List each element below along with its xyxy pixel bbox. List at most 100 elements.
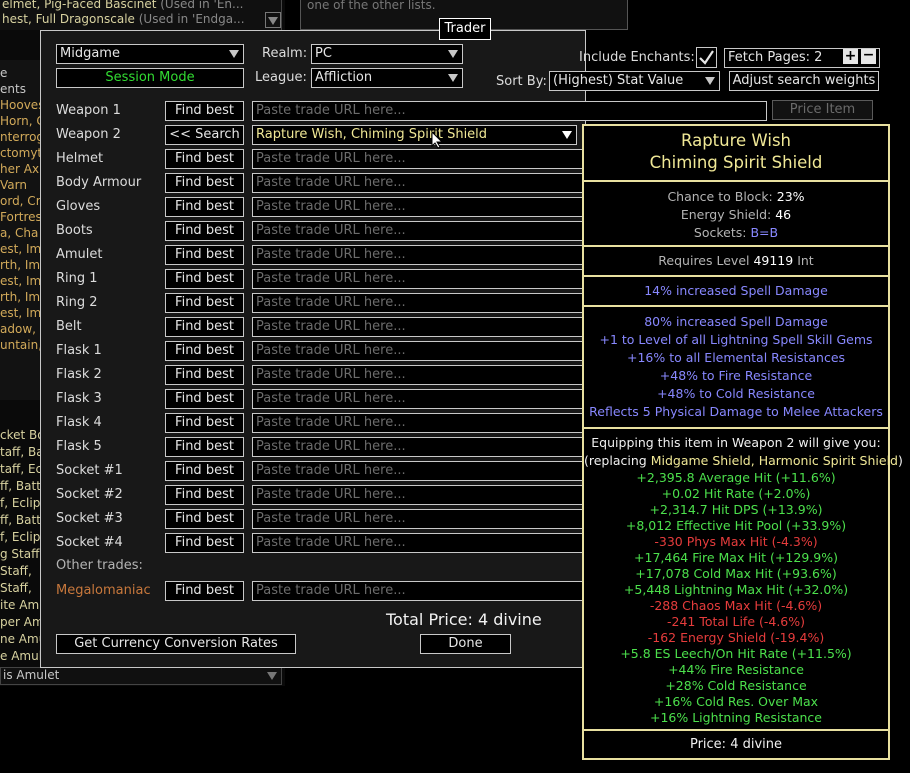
bg-list-item[interactable]: hest, Full Dragonscale (Used in 'Endga..…: [2, 12, 264, 26]
total-price: Total Price: 4 divine: [386, 610, 542, 629]
find-best-button[interactable]: Find best: [165, 197, 244, 217]
mouse-cursor-icon: [431, 131, 443, 149]
bg-fragment: adow, F: [0, 322, 40, 336]
req-int: 119: [769, 253, 794, 268]
checkmark-icon: [699, 50, 714, 65]
find-best-button[interactable]: Find best: [165, 149, 244, 169]
chevron-down-icon: [448, 50, 458, 58]
slot-label: Ring 1: [56, 271, 98, 286]
find-best-button[interactable]: Find best: [165, 581, 244, 601]
slot-label: Body Armour: [56, 175, 142, 190]
chevron-down-icon: [268, 17, 278, 25]
find-best-button[interactable]: Find best: [165, 173, 244, 193]
find-best-button[interactable]: Find best: [165, 533, 244, 553]
trade-url-input[interactable]: Paste trade URL here...: [252, 341, 588, 361]
trade-url-input[interactable]: Paste trade URL here...: [252, 197, 588, 217]
bg-fragment: ff, Batte: [0, 513, 40, 527]
es-label: Energy Shield:: [680, 207, 772, 222]
block-value: 23%: [776, 189, 805, 204]
find-best-button[interactable]: Find best: [165, 389, 244, 409]
sort-by-value: (Highest) Stat Value: [553, 73, 684, 88]
chevron-down-icon: [267, 672, 277, 680]
done-button[interactable]: Done: [420, 634, 511, 654]
tooltip-header: Rapture Wish Chiming Spirit Shield: [584, 126, 888, 182]
find-best-button[interactable]: Find best: [165, 341, 244, 361]
trade-url-input[interactable]: Paste trade URL here...: [252, 461, 588, 481]
stat-change: -162 Energy Shield (-19.4%): [647, 630, 825, 645]
bg-list-item[interactable]: elmet, Pig-Faced Bascinet (Used in 'En..…: [2, 0, 264, 11]
stat-change: +0.02 Hit Rate (+2.0%): [661, 486, 811, 501]
trade-url-input[interactable]: Paste trade URL here...: [252, 509, 588, 529]
weapon2-result-select[interactable]: Rapture Wish, Chiming Spirit Shield: [252, 125, 577, 145]
build-select[interactable]: Midgame: [56, 44, 244, 64]
bg-fragment: Staff,: [0, 581, 32, 595]
trade-url-input[interactable]: Paste trade URL here...: [252, 317, 588, 337]
stat-change: +2,314.7 Hit DPS (+13.9%): [649, 502, 823, 517]
league-value: Affliction: [315, 70, 373, 85]
find-best-button[interactable]: Find best: [165, 269, 244, 289]
trade-url-input[interactable]: Paste trade URL here...: [252, 245, 588, 265]
es-value: 46: [775, 207, 792, 222]
include-enchants-label: Include Enchants:: [579, 50, 695, 65]
sort-by-select[interactable]: (Highest) Stat Value: [549, 71, 720, 91]
trade-url-input[interactable]: Paste trade URL here...: [252, 533, 588, 553]
sockets: Sockets: B=B: [584, 224, 888, 242]
bg-fragment: f, Eclip: [0, 530, 40, 544]
explicit-mod: +48% to Fire Resistance: [659, 368, 813, 383]
trade-url-input[interactable]: Paste trade URL here...: [252, 293, 588, 313]
tooltip-implicit: 14% increased Spell Damage: [584, 277, 888, 307]
trade-url-input[interactable]: Paste trade URL here...: [252, 101, 767, 121]
find-best-button[interactable]: Find best: [165, 245, 244, 265]
bg-fragment: ff, Batt: [0, 479, 40, 493]
slot-label: Flask 1: [56, 343, 102, 358]
slot-label: Gloves: [56, 199, 101, 214]
bg-fragment: nterrog: [0, 130, 40, 144]
trade-url-input[interactable]: Paste trade URL here...: [252, 365, 588, 385]
trade-url-input[interactable]: Paste trade URL here...: [252, 173, 588, 193]
bg-fragment: e Amul: [0, 649, 40, 663]
find-best-button[interactable]: Find best: [165, 461, 244, 481]
stat-change: +16% Lightning Resistance: [649, 710, 822, 725]
background-list-left: elmet, Pig-Faced Bascinet (Used in 'En..…: [0, 0, 282, 30]
bg-fragment: cket Bo: [0, 428, 40, 442]
bg-item-text: hest, Full Dragonscale: [2, 12, 135, 26]
bg-bottom-row[interactable]: is Amulet: [0, 667, 282, 685]
realm-select[interactable]: PC: [311, 44, 463, 64]
session-mode-button[interactable]: Session Mode: [56, 68, 244, 88]
currency-rates-button[interactable]: Get Currency Conversion Rates: [56, 634, 296, 654]
find-best-button[interactable]: Find best: [165, 413, 244, 433]
other-trades-label: Other trades:: [56, 558, 143, 573]
decrement-button[interactable]: −: [861, 48, 876, 64]
find-best-button[interactable]: Find best: [165, 485, 244, 505]
back-to-search-button[interactable]: << Search: [165, 125, 244, 145]
find-best-button[interactable]: Find best: [165, 317, 244, 337]
find-best-button[interactable]: Find best: [165, 509, 244, 529]
include-enchants-checkbox[interactable]: [696, 47, 717, 68]
tooltip-explicit-mods: 80% increased Spell Damage +1 to Level of…: [584, 307, 888, 429]
slot-label: Socket #3: [56, 511, 123, 526]
tooltip-comparison: Equipping this item in Weapon 2 will giv…: [584, 429, 903, 731]
trade-url-input[interactable]: Paste trade URL here...: [252, 389, 588, 409]
trade-url-input[interactable]: Paste trade URL here...: [252, 413, 588, 433]
league-select[interactable]: Affliction: [311, 68, 463, 88]
trade-url-input[interactable]: Paste trade URL here...: [252, 221, 588, 241]
trade-url-input[interactable]: Paste trade URL here...: [252, 269, 588, 289]
bg-fragment: ord, Crin: [0, 194, 40, 208]
increment-button[interactable]: +: [843, 49, 858, 64]
bg-dropdown[interactable]: [265, 12, 281, 28]
find-best-button[interactable]: Find best: [165, 437, 244, 457]
find-best-button[interactable]: Find best: [165, 365, 244, 385]
find-best-button[interactable]: Find best: [165, 221, 244, 241]
bg-fragment: untain,: [0, 338, 40, 352]
find-best-button[interactable]: Find best: [165, 101, 244, 121]
trade-url-input[interactable]: Paste trade URL here...: [252, 149, 588, 169]
tooltip-requirements: Requires Level 49119 Int: [584, 247, 888, 277]
find-best-button[interactable]: Find best: [165, 293, 244, 313]
trade-url-input[interactable]: Paste trade URL here...: [252, 485, 588, 505]
adjust-weights-button[interactable]: Adjust search weights: [729, 71, 879, 91]
realm-value: PC: [315, 46, 332, 61]
trade-url-input[interactable]: Paste trade URL here...: [252, 437, 588, 457]
other-trade-url-input[interactable]: Paste trade URL here...: [252, 581, 588, 601]
replace-suffix: ): [898, 453, 903, 468]
price-item-button[interactable]: Price Item: [772, 100, 873, 120]
